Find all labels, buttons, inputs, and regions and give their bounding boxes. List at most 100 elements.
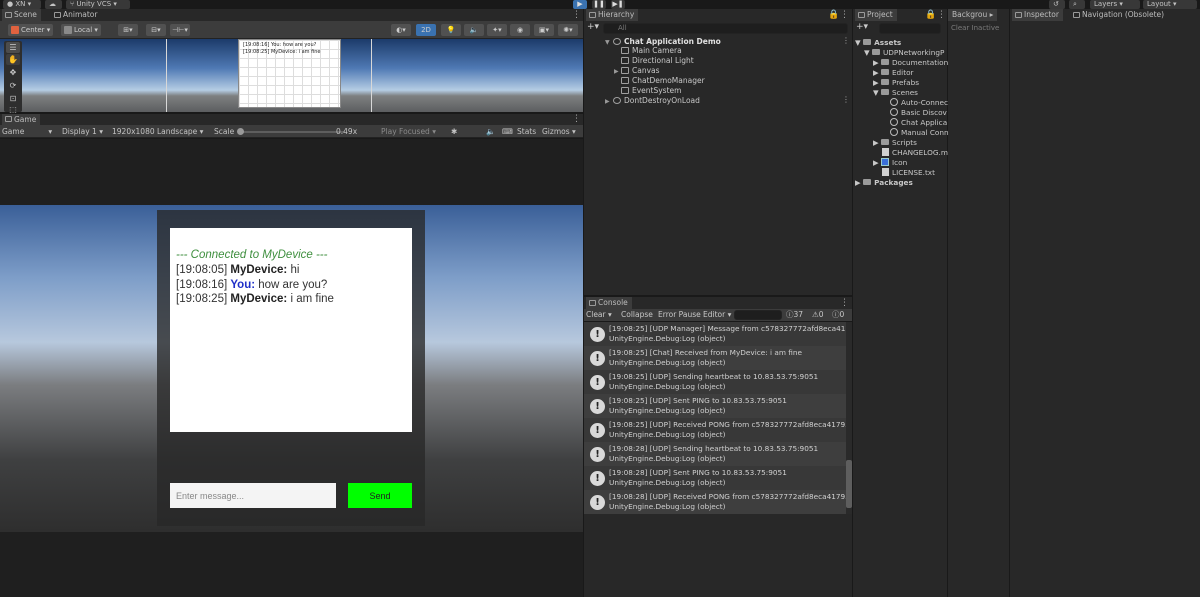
log-entry[interactable]: ! [19:08:25] [UDP] Received PONG from c57… bbox=[584, 418, 846, 442]
grid-snap-icon[interactable]: ⊞▾ bbox=[118, 24, 138, 36]
tab-navigation[interactable]: Navigation (Obsolete) bbox=[1070, 9, 1168, 21]
hierarchy-item-canvas[interactable]: Canvas bbox=[621, 66, 660, 76]
view-tool-icon[interactable]: ☰ bbox=[6, 42, 20, 53]
log-entry[interactable]: ! [19:08:28] [UDP] Sending heartbeat to 1… bbox=[584, 442, 846, 466]
scale-slider-thumb[interactable] bbox=[237, 128, 244, 135]
project-menu-icon[interactable]: ⋮ bbox=[937, 9, 946, 21]
step-button[interactable]: ▶❚ bbox=[611, 0, 625, 9]
gizmos-dropdown[interactable]: Gizmos ▾ bbox=[542, 125, 576, 138]
scale-tool-icon[interactable]: ⊡ bbox=[6, 93, 20, 104]
layers-dropdown[interactable]: Layers ▾ bbox=[1090, 0, 1140, 9]
game-menu-icon[interactable]: ⋮ bbox=[572, 114, 581, 125]
project-item-packages[interactable]: ▶ Packages bbox=[855, 178, 913, 188]
play-button[interactable]: ▶ bbox=[573, 0, 587, 9]
vcs-dropdown[interactable]: ⑂ Unity VCS ▾ bbox=[66, 0, 130, 9]
layout-dropdown[interactable]: Layout ▾ bbox=[1143, 0, 1197, 9]
project-item-icon[interactable]: ▶ Icon bbox=[873, 158, 907, 168]
project-item-scenes[interactable]: ▼ Scenes bbox=[873, 88, 918, 98]
add-icon[interactable]: +▾ bbox=[587, 22, 599, 32]
mode-2d-toggle[interactable]: 2D bbox=[416, 24, 436, 36]
error-count-toggle[interactable]: ⓘ0 bbox=[832, 309, 844, 321]
cloud-icon[interactable]: ☁ bbox=[45, 0, 62, 9]
scale-slider[interactable] bbox=[240, 131, 345, 133]
log-entry[interactable]: ! [19:08:25] [UDP Manager] Message from c… bbox=[584, 322, 846, 346]
game-mode-dropdown[interactable]: Game ▾ bbox=[2, 125, 52, 138]
send-button[interactable]: Send bbox=[348, 483, 412, 508]
visibility-icon[interactable]: ◉ bbox=[510, 24, 530, 36]
account-dropdown[interactable]: ● XN ▾ bbox=[3, 0, 41, 9]
scene-menu-icon[interactable]: ⋮ bbox=[842, 35, 850, 47]
play-focused-dropdown[interactable]: Play Focused ▾ bbox=[381, 125, 436, 138]
hierarchy-item-main-camera[interactable]: Main Camera bbox=[621, 46, 682, 56]
project-item-scene-file[interactable]: Manual Conn bbox=[890, 128, 949, 138]
increment-snap-icon[interactable]: ⊣⊢▾ bbox=[170, 24, 190, 36]
rotate-tool-icon[interactable]: ⟳ bbox=[6, 80, 20, 91]
error-pause-button[interactable]: Error Pause bbox=[658, 309, 701, 321]
console-log-list[interactable]: ! [19:08:25] [UDP Manager] Message from c… bbox=[584, 322, 846, 514]
hand-tool-icon[interactable]: ✋ bbox=[6, 54, 20, 65]
tab-game[interactable]: Game bbox=[2, 114, 41, 125]
tab-background[interactable]: Backgrou ▸ bbox=[948, 9, 998, 21]
editor-dropdown[interactable]: Editor ▾ bbox=[703, 309, 731, 321]
hierarchy-item-dontdestroyonload[interactable]: DontDestroyOnLoad bbox=[613, 96, 700, 106]
expand-caret-icon[interactable]: ▼ bbox=[605, 39, 610, 46]
project-item-scene-file[interactable]: Auto-Connec bbox=[890, 98, 948, 108]
warning-count-toggle[interactable]: ⚠0 bbox=[812, 309, 824, 321]
lock-icon[interactable]: 🔒 bbox=[828, 9, 839, 21]
hierarchy-item-eventsystem[interactable]: EventSystem bbox=[621, 86, 681, 96]
tab-animator[interactable]: Animator bbox=[51, 9, 101, 21]
project-item-scene-file[interactable]: Chat Applica bbox=[890, 118, 947, 128]
project-item-package[interactable]: ▼ UDPNetworkingP bbox=[864, 48, 944, 58]
project-item-documentation[interactable]: ▶ Documentation bbox=[873, 58, 948, 68]
fx-icon[interactable]: ✦▾ bbox=[487, 24, 507, 36]
lighting-icon[interactable]: ◐▾ bbox=[391, 24, 411, 36]
collapse-button[interactable]: Collapse bbox=[621, 309, 653, 321]
project-item-license[interactable]: LICENSE.txt bbox=[882, 168, 935, 178]
hierarchy-search[interactable]: All bbox=[603, 23, 848, 34]
stats-button[interactable]: Stats bbox=[517, 125, 536, 138]
console-search[interactable] bbox=[734, 310, 782, 320]
log-count-toggle[interactable]: ⓘ37 bbox=[786, 309, 803, 321]
tab-project[interactable]: Project bbox=[855, 9, 897, 21]
project-item-scene-file[interactable]: Basic Discov bbox=[890, 108, 947, 118]
hierarchy-item-directional-light[interactable]: Directional Light bbox=[621, 56, 694, 66]
project-add-icon[interactable]: +▾ bbox=[856, 22, 868, 32]
collapse-caret-icon[interactable]: ▶ bbox=[614, 68, 619, 75]
scene-menu-icon[interactable]: ⋮ bbox=[572, 9, 581, 21]
light-toggle-icon[interactable]: 💡 bbox=[441, 24, 461, 36]
resolution-dropdown[interactable]: 1920x1080 Landscape ▾ bbox=[112, 125, 203, 138]
log-entry[interactable]: ! [19:08:25] [UDP] Sent PING to 10.83.53.… bbox=[584, 394, 846, 418]
hierarchy-item-chatdemomanager[interactable]: ChatDemoManager bbox=[621, 76, 705, 86]
audio-toggle-icon[interactable]: 🔈 bbox=[464, 24, 484, 36]
pivot-dropdown[interactable]: Center ▾ bbox=[8, 24, 54, 36]
log-entry[interactable]: ! [19:08:25] [UDP] Sending heartbeat to 1… bbox=[584, 370, 846, 394]
pause-button[interactable]: ❚❚ bbox=[592, 0, 606, 9]
log-entry[interactable]: ! [19:08:25] [Chat] Received from MyDevic… bbox=[584, 346, 846, 370]
console-menu-icon[interactable]: ⋮ bbox=[840, 297, 849, 309]
project-item-assets[interactable]: ▼ Assets bbox=[855, 38, 901, 48]
mute-audio-icon[interactable]: 🔈 bbox=[486, 125, 495, 138]
gizmos-icon[interactable]: ✺▾ bbox=[558, 24, 578, 36]
console-scroll-thumb[interactable] bbox=[846, 460, 852, 508]
tab-hierarchy[interactable]: Hierarchy bbox=[586, 9, 639, 21]
project-item-scripts[interactable]: ▶ Scripts bbox=[873, 138, 917, 148]
project-item-editor[interactable]: ▶ Editor bbox=[873, 68, 914, 78]
tab-inspector[interactable]: Inspector bbox=[1012, 9, 1063, 21]
message-input[interactable] bbox=[170, 483, 336, 508]
ddol-menu-icon[interactable]: ⋮ bbox=[842, 94, 850, 106]
project-search[interactable] bbox=[879, 23, 941, 34]
project-item-prefabs[interactable]: ▶ Prefabs bbox=[873, 78, 919, 88]
project-item-changelog[interactable]: CHANGELOG.m bbox=[882, 148, 948, 158]
tab-console[interactable]: Console bbox=[586, 297, 632, 309]
bug-icon[interactable]: ✱ bbox=[451, 125, 457, 138]
shortcuts-icon[interactable]: ⌨ bbox=[502, 125, 513, 138]
search-icon[interactable]: ⌕ bbox=[1069, 0, 1085, 9]
log-entry[interactable]: ! [19:08:28] [UDP] Sent PING to 10.83.53.… bbox=[584, 466, 846, 490]
tab-scene[interactable]: Scene bbox=[2, 9, 41, 21]
camera-icon[interactable]: ▣▾ bbox=[534, 24, 554, 36]
move-tool-icon[interactable]: ✥ bbox=[6, 67, 20, 78]
project-lock-icon[interactable]: 🔒 bbox=[925, 9, 936, 21]
hierarchy-menu-icon[interactable]: ⋮ bbox=[840, 9, 849, 21]
clear-button[interactable]: Clear ▾ bbox=[586, 309, 612, 321]
snap-icon[interactable]: ⊟▾ bbox=[146, 24, 166, 36]
